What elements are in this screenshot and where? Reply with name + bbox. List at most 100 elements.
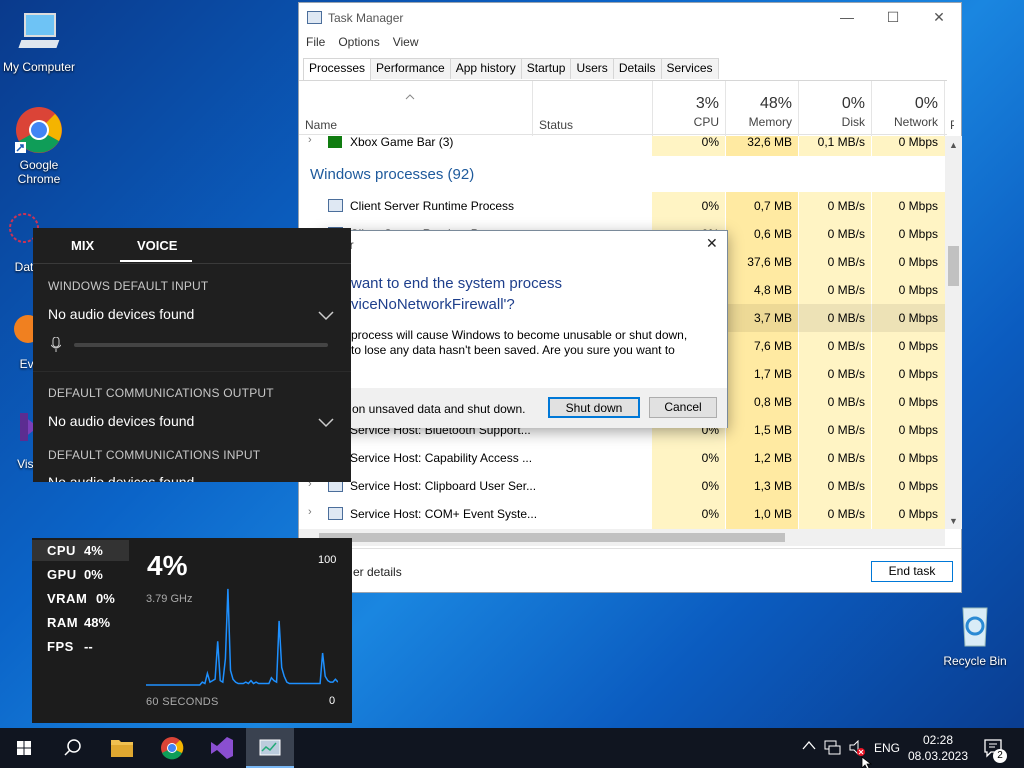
tab-app-history[interactable]: App history	[449, 58, 522, 79]
clock[interactable]: 02:28 08.03.2023	[906, 732, 970, 764]
cell-disk: 0 MB/s	[827, 283, 865, 297]
file-explorer-button[interactable]	[98, 728, 146, 768]
network-icon[interactable]	[824, 740, 842, 759]
cell-network: 0 Mbps	[898, 395, 938, 409]
chevron-down-icon[interactable]	[318, 417, 334, 428]
metric-ram-value: 48%	[84, 615, 111, 630]
game-bar-performance-widget: CPU 4% GPU 0% VRAM 0% RAM 48% FPS -- 4% 3.79 GHz …	[32, 538, 352, 723]
column-network[interactable]: 0% Network	[871, 81, 944, 136]
metric-cpu-value: 4%	[84, 543, 103, 558]
cell-cpu: 0%	[701, 507, 719, 521]
metric-ram-label[interactable]: RAM	[47, 615, 78, 630]
chrome-taskbar-button[interactable]	[148, 728, 196, 768]
scroll-thumb[interactable]	[948, 246, 959, 286]
cpu-usage-graph	[146, 588, 338, 686]
dialog-button-row: on unsaved data and shut down. Shut down…	[321, 388, 727, 428]
abandon-checkbox-label[interactable]: on unsaved data and shut down.	[352, 402, 525, 416]
menu-file[interactable]: File	[306, 35, 325, 49]
end-task-button[interactable]: End task	[871, 561, 953, 582]
tab-mix[interactable]: MIX	[71, 238, 94, 253]
scroll-up-icon[interactable]: ▲	[949, 140, 958, 150]
clock-date: 08.03.2023	[907, 749, 969, 763]
menu-view[interactable]: View	[393, 35, 419, 49]
task-manager-taskbar-button[interactable]	[246, 728, 294, 768]
column-memory[interactable]: 48% Memory	[725, 81, 798, 136]
fewer-details-link[interactable]: er details	[353, 565, 402, 579]
desktop-icon-my-computer[interactable]: My Computer	[1, 8, 77, 74]
windows-default-input-select[interactable]: No audio devices found	[48, 306, 194, 322]
vertical-scrollbar[interactable]: ▲ ▼	[945, 136, 962, 529]
scroll-down-icon[interactable]: ▼	[949, 516, 958, 526]
metric-fps-value: --	[84, 639, 93, 654]
default-comm-output-label: DEFAULT COMMUNICATIONS OUTPUT	[48, 386, 274, 400]
start-button[interactable]	[0, 728, 48, 768]
column-power[interactable]: P	[944, 81, 954, 136]
title-bar[interactable]: Task Manager — ☐ ✕	[299, 3, 961, 33]
tab-processes[interactable]: Processes	[303, 58, 372, 80]
metric-cpu-label[interactable]: CPU	[47, 543, 76, 558]
expand-chevron-icon[interactable]: ›	[308, 136, 312, 146]
cell-disk: 0 MB/s	[827, 199, 865, 213]
default-comm-output-select[interactable]: No audio devices found	[48, 413, 194, 429]
group-heading: Windows processes (92)	[299, 156, 945, 192]
cell-memory: 1,3 MB	[753, 479, 792, 493]
table-row[interactable]: › Service Host: Clipboard User Ser... 0% 1,…	[299, 472, 945, 500]
cell-memory: 37,6 MB	[747, 255, 792, 269]
column-name[interactable]: Name	[305, 118, 337, 132]
tab-users[interactable]: Users	[570, 58, 614, 79]
process-name: Service Host: Clipboard User Ser...	[350, 479, 537, 493]
cell-network: 0 Mbps	[898, 507, 938, 521]
cell-memory: 1,7 MB	[753, 367, 792, 381]
table-row[interactable]: › Service Host: COM+ Event Syste... 0% 1,0 …	[299, 500, 945, 528]
cell-cpu: 0%	[701, 451, 719, 465]
metric-fps-label[interactable]: FPS	[47, 639, 74, 654]
graph-max-label: 100	[318, 554, 337, 566]
column-disk[interactable]: 0% Disk	[798, 81, 871, 136]
language-indicator[interactable]: ENG	[874, 741, 900, 755]
desktop-icon-recycle-bin[interactable]: Recycle Bin	[937, 602, 1013, 668]
shut-down-button[interactable]: Shut down	[548, 397, 640, 418]
visual-studio-taskbar-button[interactable]	[197, 728, 245, 768]
windows-logo-icon	[17, 741, 31, 755]
minimize-button[interactable]: —	[824, 3, 870, 33]
search-icon	[64, 739, 81, 756]
desktop-icon-google-chrome[interactable]: Google Chrome	[1, 106, 77, 186]
search-button[interactable]	[48, 728, 96, 768]
expand-chevron-icon[interactable]: ›	[308, 506, 312, 518]
input-level-slider[interactable]	[74, 343, 328, 347]
tab-voice[interactable]: VOICE	[137, 238, 177, 253]
metric-gpu-label[interactable]: GPU	[47, 567, 77, 582]
close-button[interactable]: ✕	[916, 3, 962, 33]
cell-disk: 0 MB/s	[827, 367, 865, 381]
hscroll-thumb[interactable]	[319, 533, 785, 542]
cancel-button[interactable]: Cancel	[649, 397, 717, 418]
cell-network: 0 Mbps	[898, 227, 938, 241]
process-name: Service Host: COM+ Event Syste...	[350, 507, 538, 521]
cell-memory: 1,0 MB	[753, 507, 792, 521]
cell-memory: 7,6 MB	[753, 339, 792, 353]
divider	[33, 371, 351, 372]
tab-services[interactable]: Services	[660, 58, 719, 79]
table-row[interactable]: Client Server Runtime Process 0% 0,7 MB 0 M…	[299, 192, 945, 220]
column-cpu[interactable]: 3% CPU	[652, 81, 725, 136]
default-comm-input-label: DEFAULT COMMUNICATIONS INPUT	[48, 448, 261, 462]
metric-vram-label[interactable]: VRAM	[47, 591, 87, 606]
table-row[interactable]: › Xbox Game Bar (3) 0% 32,6 MB 0,1 MB/s …	[299, 136, 945, 156]
horizontal-scrollbar[interactable]	[299, 529, 945, 546]
cell-memory: 1,2 MB	[753, 451, 792, 465]
column-status[interactable]: Status	[532, 81, 652, 136]
chevron-down-icon[interactable]	[318, 310, 334, 321]
dialog-close-button[interactable]: ✕	[706, 235, 718, 252]
menu-options[interactable]: Options	[338, 35, 379, 49]
dialog-heading: want to end the system process viceNoNet…	[351, 275, 562, 313]
tab-startup[interactable]: Startup	[520, 58, 572, 79]
clock-time: 02:28	[922, 733, 954, 747]
default-comm-input-select[interactable]: No audio devices found	[48, 474, 194, 482]
cell-network: 0 Mbps	[898, 199, 938, 213]
tab-performance[interactable]: Performance	[370, 58, 451, 79]
table-row[interactable]: ›Service Host: Capability Access ...0%1,…	[299, 444, 945, 472]
tab-details[interactable]: Details	[612, 58, 662, 79]
cell-disk: 0 MB/s	[827, 227, 865, 241]
maximize-button[interactable]: ☐	[870, 3, 916, 33]
show-hidden-icons-chevron-up-icon[interactable]	[802, 739, 816, 753]
